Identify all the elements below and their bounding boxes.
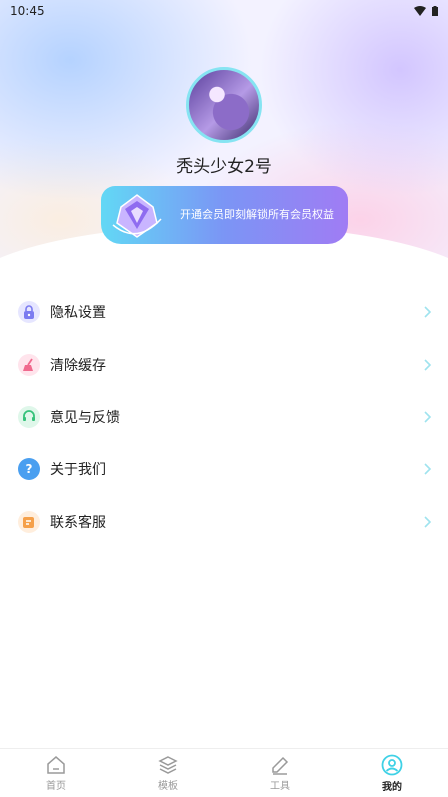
- bottom-tab-bar: 首页 模板 工具 我的: [0, 748, 448, 797]
- status-icons: [414, 6, 438, 16]
- menu-item-label: 清除缓存: [50, 357, 106, 374]
- tab-label: 模板: [158, 780, 178, 792]
- tab-templates[interactable]: 模板: [112, 749, 224, 797]
- tab-label: 我的: [382, 781, 402, 793]
- tab-mine[interactable]: 我的: [336, 749, 448, 797]
- menu-item-privacy-settings[interactable]: 隐私设置: [0, 286, 448, 338]
- headset-icon: [18, 405, 40, 428]
- username: 秃头少女2号: [176, 157, 272, 177]
- menu-item-about-us[interactable]: ? 关于我们: [0, 443, 448, 495]
- chevron-right-icon: [424, 463, 432, 475]
- tab-label: 首页: [46, 780, 66, 792]
- menu-item-label: 联系客服: [50, 514, 106, 531]
- menu-item-label: 关于我们: [50, 462, 106, 479]
- chevron-right-icon: [424, 411, 432, 423]
- home-icon: [47, 755, 65, 774]
- lock-icon: [18, 301, 40, 324]
- menu-item-feedback[interactable]: 意见与反馈: [0, 391, 448, 443]
- user-circle-icon: [381, 754, 403, 775]
- tab-tools[interactable]: 工具: [224, 749, 336, 797]
- diamond-icon: [112, 194, 162, 238]
- menu-item-label: 意见与反馈: [50, 409, 120, 426]
- status-time: 10:45: [10, 4, 45, 18]
- chevron-right-icon: [424, 516, 432, 528]
- pen-icon: [272, 756, 289, 775]
- battery-icon: [432, 6, 438, 16]
- vip-banner-text: 开通会员即刻解锁所有会员权益: [180, 208, 334, 221]
- settings-menu: 隐私设置 清除缓存 意见与反馈 ? 关于我们 联系客服: [0, 286, 448, 548]
- question-icon: ?: [18, 458, 40, 481]
- chevron-right-icon: [424, 359, 432, 371]
- chevron-right-icon: [424, 306, 432, 318]
- wifi-icon: [414, 6, 426, 16]
- tab-home[interactable]: 首页: [0, 749, 112, 797]
- tab-label: 工具: [270, 780, 290, 792]
- vip-banner[interactable]: 开通会员即刻解锁所有会员权益: [101, 186, 348, 244]
- menu-item-label: 隐私设置: [50, 305, 106, 322]
- edit-note-icon: [18, 510, 40, 533]
- broom-icon: [18, 353, 40, 376]
- menu-item-clear-cache[interactable]: 清除缓存: [0, 338, 448, 390]
- menu-item-contact-support[interactable]: 联系客服: [0, 496, 448, 548]
- status-bar: 10:45: [0, 0, 448, 22]
- layers-icon: [158, 755, 178, 774]
- avatar[interactable]: [186, 67, 262, 143]
